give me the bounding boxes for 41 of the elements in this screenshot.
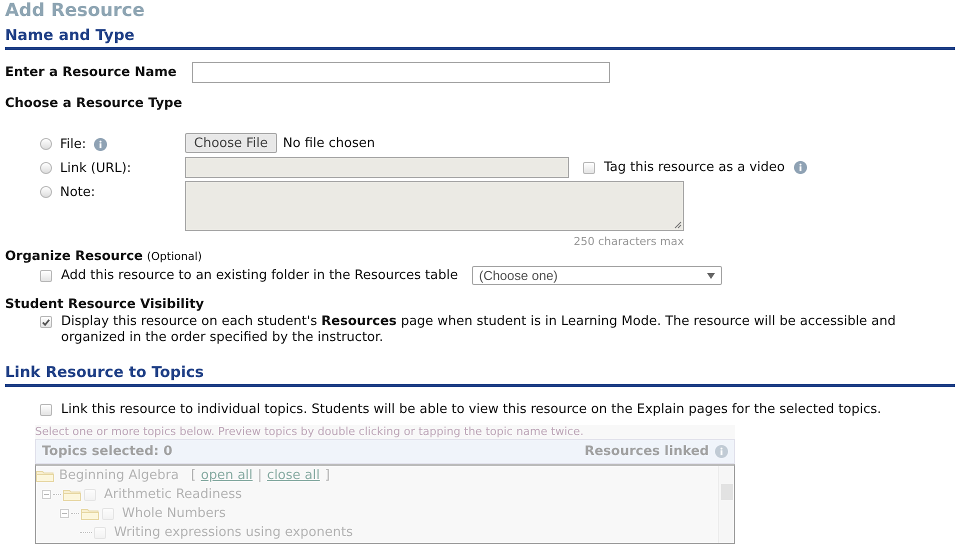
checkbox-label: Display this resource on each student's Resources page when student is in Learning Mode. The resource will be accessible and organized in the order specified by the instructor.: [61, 314, 897, 346]
bracket: [: [190, 468, 196, 483]
radio-label: File:: [60, 136, 86, 152]
checkbox[interactable]: [40, 270, 52, 282]
section-heading: Link Resource to Topics: [5, 363, 204, 381]
info-icon[interactable]: [794, 161, 807, 174]
character-limit: 250 characters max: [574, 235, 684, 248]
info-icon[interactable]: [94, 138, 108, 150]
checkbox-label: Tag this resource as a video: [604, 160, 785, 175]
folder-dropdown[interactable]: (Choose one): [472, 266, 722, 285]
field-label: Enter a Resource Name: [5, 65, 177, 80]
folder-icon: [36, 469, 55, 482]
radio-button[interactable]: [40, 162, 52, 174]
radio-label: Note:: [60, 184, 96, 200]
optional-note: (Optional): [146, 250, 202, 263]
section-heading: Name and Type: [5, 26, 135, 44]
choose-file-button[interactable]: Choose File: [185, 133, 277, 153]
separator: |: [258, 468, 262, 483]
folder-icon: [63, 488, 82, 501]
checkbox[interactable]: [40, 316, 52, 328]
note-field[interactable]: [185, 181, 684, 231]
bracket: ]: [324, 468, 330, 483]
checkbox-label: Add this resource to an existing folder in the Resources table: [61, 268, 458, 283]
folder-icon: [81, 507, 100, 520]
radio-button[interactable]: [40, 186, 52, 198]
url-field[interactable]: [185, 157, 569, 178]
page-title: Add Resource: [5, 1, 146, 21]
radio-label: Link (URL):: [60, 160, 132, 176]
radio-button[interactable]: [40, 138, 52, 150]
name-field[interactable]: [192, 62, 610, 83]
caret-icon: [706, 272, 715, 278]
file-status: No file chosen: [282, 136, 375, 150]
subheading: Organize Resource: [5, 249, 143, 264]
checkbox-label: Link this resource to individual topics. Students will be able to view this resource on the Explain pages for the selected topics.: [61, 402, 882, 417]
topics-count: Topics selected: 0: [42, 444, 172, 459]
subheading: Student Resource Visibility: [5, 297, 206, 312]
subheading: Choose a Resource Type: [5, 96, 184, 111]
resize-grip-icon[interactable]: [674, 221, 682, 229]
checkbox[interactable]: [583, 162, 595, 174]
hint-text: Select one or more topics below. Preview topics by double clicking or tapping the topic name twice.: [35, 425, 735, 439]
column-label: Resources linked: [584, 444, 709, 459]
